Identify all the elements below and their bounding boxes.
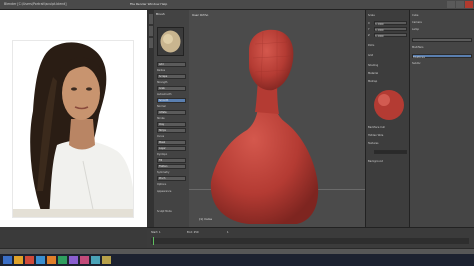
start-icon[interactable] <box>3 256 12 264</box>
outliner-cube[interactable]: Cube <box>412 14 418 17</box>
modifiers-header: Modifiers <box>412 46 424 49</box>
properties-editor: Cube Camera Lamp Modifiers Multires Subd… <box>409 10 474 227</box>
tools-tab[interactable] <box>149 14 153 24</box>
prop-background[interactable]: Background <box>368 160 383 163</box>
minimize-button[interactable] <box>447 1 455 8</box>
portrait-illustration <box>13 41 133 217</box>
scale-z-value: 1.000 <box>375 34 384 38</box>
brush-fill-button[interactable]: Fill <box>157 158 186 163</box>
strength-label: Strength <box>157 81 168 84</box>
mode-label: Sculpt Mode <box>157 210 172 213</box>
autosmooth-label: Autosmooth <box>157 93 172 96</box>
brush-grab-button[interactable]: Grab <box>157 86 186 91</box>
grease-pencil-tab[interactable] <box>149 38 153 48</box>
background-toggle[interactable] <box>374 150 407 154</box>
brush-header: Brush <box>156 12 165 16</box>
3d-viewport[interactable]: User Ortho (1) Cube <box>189 10 365 227</box>
close-button[interactable] <box>465 1 473 8</box>
brush-flatten-button[interactable]: Flatten <box>157 164 186 169</box>
prop-hidden-wire[interactable]: Hidden Wire <box>368 134 383 137</box>
app-icon-3[interactable] <box>69 256 78 264</box>
brush-panel: Brush Add Radius Scrape Strength Grab Au… <box>154 10 189 248</box>
scale-y-value: 1.000 <box>375 28 384 32</box>
window-title: Blender [C:\Users\Portrait\sculpt.blend] <box>4 2 67 6</box>
matcap-preview-icon[interactable] <box>372 88 406 122</box>
curve-label: Curve <box>157 135 165 138</box>
symmetry-label: Symmetry <box>157 171 170 174</box>
multires-modifier[interactable]: Multires <box>412 54 472 59</box>
prop-y: Y <box>368 28 370 31</box>
brush-thumbnail[interactable] <box>157 27 184 56</box>
scale-x-field[interactable]: 1.000 <box>374 21 407 26</box>
app-icon-5[interactable] <box>91 256 100 264</box>
brush-pinch-button[interactable]: Pinch <box>157 176 186 181</box>
prop-material: Material <box>368 72 379 75</box>
sculpt-mesh <box>210 29 319 224</box>
outliner-camera[interactable]: Camera <box>412 21 422 24</box>
timeline-track[interactable] <box>151 238 469 244</box>
reference-photo <box>12 40 134 218</box>
brush-clay-button[interactable]: Clay <box>157 122 186 127</box>
options-label: Options <box>157 183 167 186</box>
appearance-label: Appearance <box>157 190 172 193</box>
options-tab[interactable] <box>149 26 153 36</box>
active-object-label: (1) Cube <box>199 217 212 221</box>
brush-preview-icon <box>160 30 181 53</box>
blender-icon[interactable] <box>47 256 56 264</box>
brush-add-button[interactable]: Add <box>157 62 186 67</box>
radius-label: Radius <box>157 69 166 72</box>
stroke-label: Stroke <box>157 117 165 120</box>
prop-dims: Dims <box>368 44 375 47</box>
prop-scale: Scale <box>368 14 375 17</box>
scale-y-field[interactable]: 1.000 <box>374 27 407 32</box>
timeline-current[interactable]: 1 <box>227 231 229 234</box>
brush-smooth-button[interactable]: Smooth <box>157 98 186 103</box>
prop-z: Z <box>368 34 370 37</box>
app-icon-6[interactable] <box>102 256 111 264</box>
brush-inflate-button[interactable]: Inflate <box>157 110 186 115</box>
prop-textures[interactable]: Textures <box>368 142 378 145</box>
app-icon-4[interactable] <box>80 256 89 264</box>
n-panel: Scale X 1.000 Y 1.000 Z 1.000 Dims Grid … <box>365 10 409 227</box>
maximize-button[interactable] <box>456 1 464 8</box>
prop-shading: Shading <box>368 64 379 67</box>
outliner-lamp[interactable]: Lamp <box>412 28 419 31</box>
title-bar: Blender [C:\Users\Portrait\sculpt.blend]… <box>0 0 474 10</box>
normal-label: Normal <box>157 105 166 108</box>
subdiv-label: Subdiv <box>412 62 421 65</box>
reference-image-panel <box>0 10 147 248</box>
prop-backface[interactable]: Backface Cull <box>368 126 385 129</box>
multires-label: Multires <box>413 55 425 59</box>
brush-strips-button[interactable]: Strips <box>157 128 186 133</box>
browser-icon[interactable] <box>25 256 34 264</box>
app-icon-2[interactable] <box>58 256 67 264</box>
modifier-search[interactable] <box>412 38 472 42</box>
prop-x: X <box>368 22 370 25</box>
explorer-icon[interactable] <box>14 256 23 264</box>
brush-scrape-button[interactable]: Scrape <box>157 74 186 79</box>
status-area <box>0 227 147 248</box>
timeline-end[interactable]: End: 250 <box>187 231 199 234</box>
timeline[interactable]: Start: 1 End: 250 1 <box>147 227 474 248</box>
scale-z-field[interactable]: 1.000 <box>374 33 407 38</box>
brush-mask-button[interactable]: Mask <box>157 140 186 145</box>
prop-matcap: Matcap <box>368 80 378 83</box>
dyntopo-label: Dyntopo <box>157 153 168 156</box>
playhead[interactable] <box>153 237 154 245</box>
scale-x-value: 1.000 <box>375 22 384 26</box>
prop-grid: Grid <box>368 54 374 57</box>
app-icon-1[interactable] <box>36 256 45 264</box>
menu-bar[interactable]: File Render Window Help <box>130 2 167 6</box>
timeline-start[interactable]: Start: 1 <box>151 231 161 234</box>
brush-layer-button[interactable]: Layer <box>157 146 186 151</box>
